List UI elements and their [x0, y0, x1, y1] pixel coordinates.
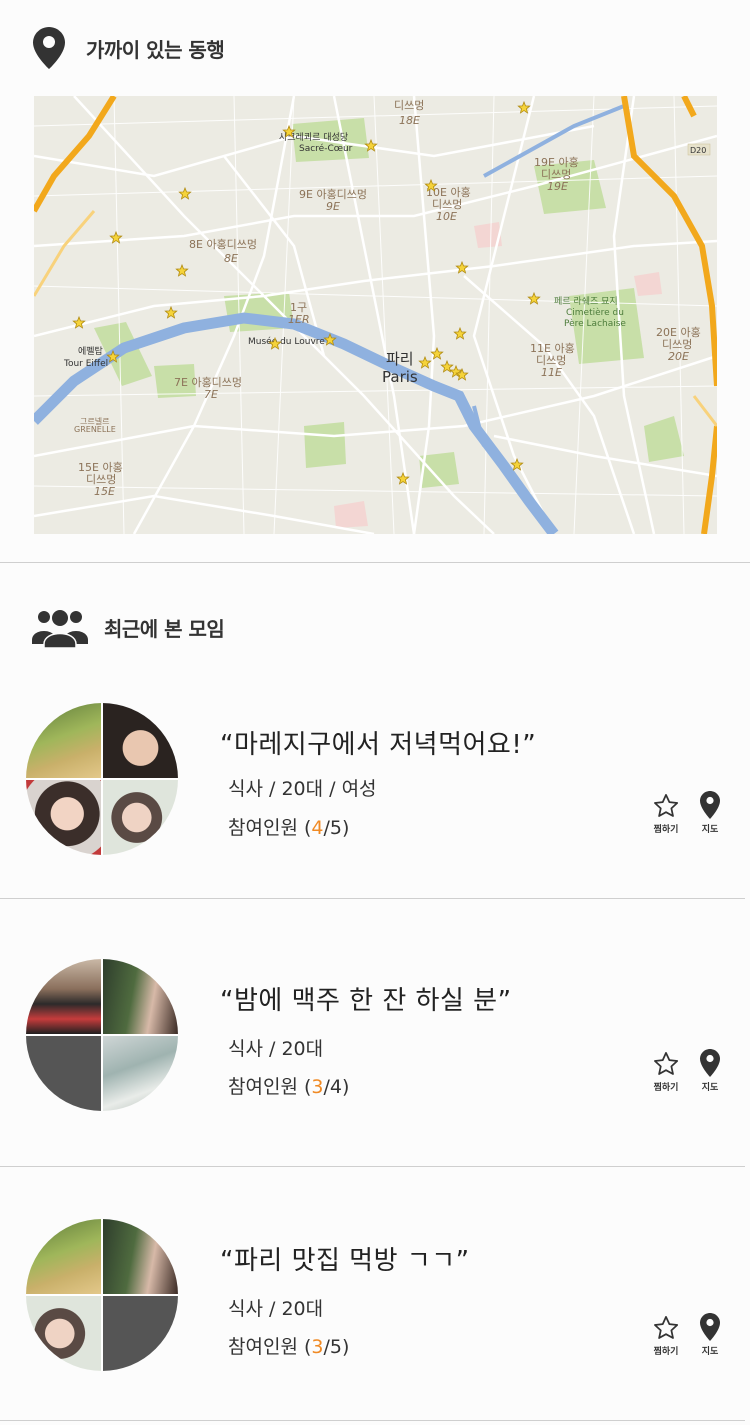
map-label-11e: 11E 아홍 — [530, 341, 575, 355]
meetup-title[interactable]: “밤에 맥주 한 잔 하실 분” — [220, 980, 512, 1017]
map-label: 지도 — [701, 1083, 719, 1093]
member-photo — [26, 703, 101, 778]
map-label-7e-b: 7E — [204, 388, 218, 401]
map-label: 지도 — [701, 1347, 719, 1357]
map-label-8e-b: 8E — [224, 252, 238, 265]
map-label-d20: D20 — [690, 146, 706, 155]
location-pin-icon — [700, 1049, 720, 1077]
map-button[interactable]: 지도 — [690, 1312, 730, 1357]
participants-total: /5) — [323, 1336, 350, 1358]
meetup-card[interactable]: “파리 맛집 먹방 ㄱㄱ” 식사 / 20대 참여인원 (3/5) 찜하기 지도 — [0, 1206, 750, 1406]
map-label-pere-kr: 페르 라쉐즈 묘지 — [554, 296, 618, 307]
participants-current: 4 — [311, 817, 324, 839]
nearby-section-header: 가까이 있는 동행 — [32, 26, 225, 70]
map-label-paris-fr: Paris — [382, 368, 418, 386]
participants-current: 3 — [311, 1076, 324, 1098]
meetup-avatar-group — [26, 703, 178, 855]
card-divider — [0, 1166, 745, 1167]
member-photo — [26, 780, 101, 855]
meetup-title[interactable]: “마레지구에서 저녁먹어요!” — [220, 724, 536, 761]
map-button[interactable]: 지도 — [690, 790, 730, 835]
map-label-pere-fr2: Père Lachaise — [564, 318, 626, 329]
member-photo — [26, 1219, 101, 1294]
meetup-participants: 참여인원 (4/5) — [228, 813, 349, 840]
map-label-eiffel-kr: 에펠탑 — [78, 345, 103, 357]
meetup-avatar-group — [26, 1219, 178, 1371]
meetup-participants: 참여인원 (3/5) — [228, 1332, 349, 1359]
map-label-sacre-fr: Sacré-Cœur — [299, 143, 353, 154]
map-label-paris-kr: 파리 — [386, 350, 414, 368]
map-label-19e: 19E 아홍 — [534, 155, 579, 169]
meetup-avatar-group — [26, 959, 178, 1111]
card-divider — [0, 1420, 745, 1421]
map-label-louvre: Musée du Louvre — [248, 336, 325, 347]
map-label-pere-fr1: Cimetière du — [566, 307, 624, 318]
participants-label: 참여인원 ( — [228, 1336, 312, 1358]
member-photo — [103, 1036, 178, 1111]
map-label-18e: 18E — [399, 114, 420, 127]
map-label-11e-c: 11E — [541, 366, 562, 379]
favorite-button[interactable]: 찜하기 — [646, 792, 686, 835]
paris-map[interactable]: 디쓰멍 18E 사크레쾨르 대성당 Sacré-Cœur 9E 아홍디쓰멍 9E… — [34, 96, 717, 534]
participants-label: 참여인원 ( — [228, 817, 312, 839]
map-label-20e: 20E 아홍 — [656, 325, 701, 339]
map-label-9e: 9E 아홍디쓰멍 — [299, 187, 367, 201]
meetup-tags: 식사 / 20대 / 여성 — [228, 778, 377, 800]
card-divider — [0, 898, 745, 899]
participants-total: /5) — [323, 817, 350, 839]
map-label-9e-b: 9E — [326, 200, 340, 213]
favorite-button[interactable]: 찜하기 — [646, 1314, 686, 1357]
location-pin-icon — [700, 1313, 720, 1341]
map-label-8e: 8E 아홍디쓰멍 — [189, 237, 257, 251]
map-label-19e-c: 19E — [547, 180, 568, 193]
location-pin-icon — [700, 791, 720, 819]
member-photo — [103, 959, 178, 1034]
location-pin-icon — [33, 27, 65, 69]
recent-title: 최근에 본 모임 — [104, 616, 225, 641]
map-label: 지도 — [701, 825, 719, 835]
participants-label: 참여인원 ( — [228, 1076, 312, 1098]
member-photo-placeholder — [26, 1036, 101, 1111]
meetup-tags: 식사 / 20대 — [228, 1038, 324, 1060]
meetup-participants: 참여인원 (3/4) — [228, 1072, 349, 1099]
map-label-20e-c: 20E — [668, 350, 689, 363]
member-photo-placeholder — [103, 1296, 178, 1371]
meetup-tags: 식사 / 20대 — [228, 1298, 324, 1320]
map-label-10e-c: 10E — [436, 210, 457, 223]
favorite-label: 찜하기 — [653, 1347, 679, 1357]
map-label-15e-c: 15E — [94, 485, 115, 498]
map-label-7e: 7E 아홍디쓰멍 — [174, 375, 242, 389]
member-photo — [103, 780, 178, 855]
star-outline-icon — [654, 1316, 679, 1339]
section-divider — [0, 562, 750, 563]
favorite-button[interactable]: 찜하기 — [646, 1050, 686, 1093]
map-label-15e: 15E 아홍 — [78, 460, 123, 474]
member-photo — [103, 703, 178, 778]
recent-section-header: 최근에 본 모임 — [32, 606, 225, 648]
member-photo — [26, 1296, 101, 1371]
star-outline-icon — [654, 1052, 679, 1075]
member-photo — [26, 959, 101, 1034]
favorite-label: 찜하기 — [653, 825, 679, 835]
meetup-title[interactable]: “파리 맛집 먹방 ㄱㄱ” — [220, 1240, 470, 1277]
group-icon — [32, 610, 88, 648]
map-button[interactable]: 지도 — [690, 1048, 730, 1093]
meetup-card[interactable]: “마레지구에서 저녁먹어요!” 식사 / 20대 / 여성 참여인원 (4/5)… — [0, 690, 750, 890]
nearby-title: 가까이 있는 동행 — [86, 37, 225, 62]
favorite-label: 찜하기 — [653, 1083, 679, 1093]
star-outline-icon — [654, 794, 679, 817]
member-photo — [103, 1219, 178, 1294]
participants-total: /4) — [323, 1076, 350, 1098]
map-label-1er: 1ER — [288, 313, 310, 326]
map-label-eiffel-fr: Tour Eiffel — [63, 359, 108, 369]
map-label-grenelle-fr: GRENELLE — [74, 425, 116, 434]
meetup-card[interactable]: “밤에 맥주 한 잔 하실 분” 식사 / 20대 참여인원 (3/4) 찜하기… — [0, 946, 750, 1146]
participants-current: 3 — [311, 1336, 324, 1358]
map-label-dissmyeong: 디쓰멍 — [394, 99, 424, 112]
